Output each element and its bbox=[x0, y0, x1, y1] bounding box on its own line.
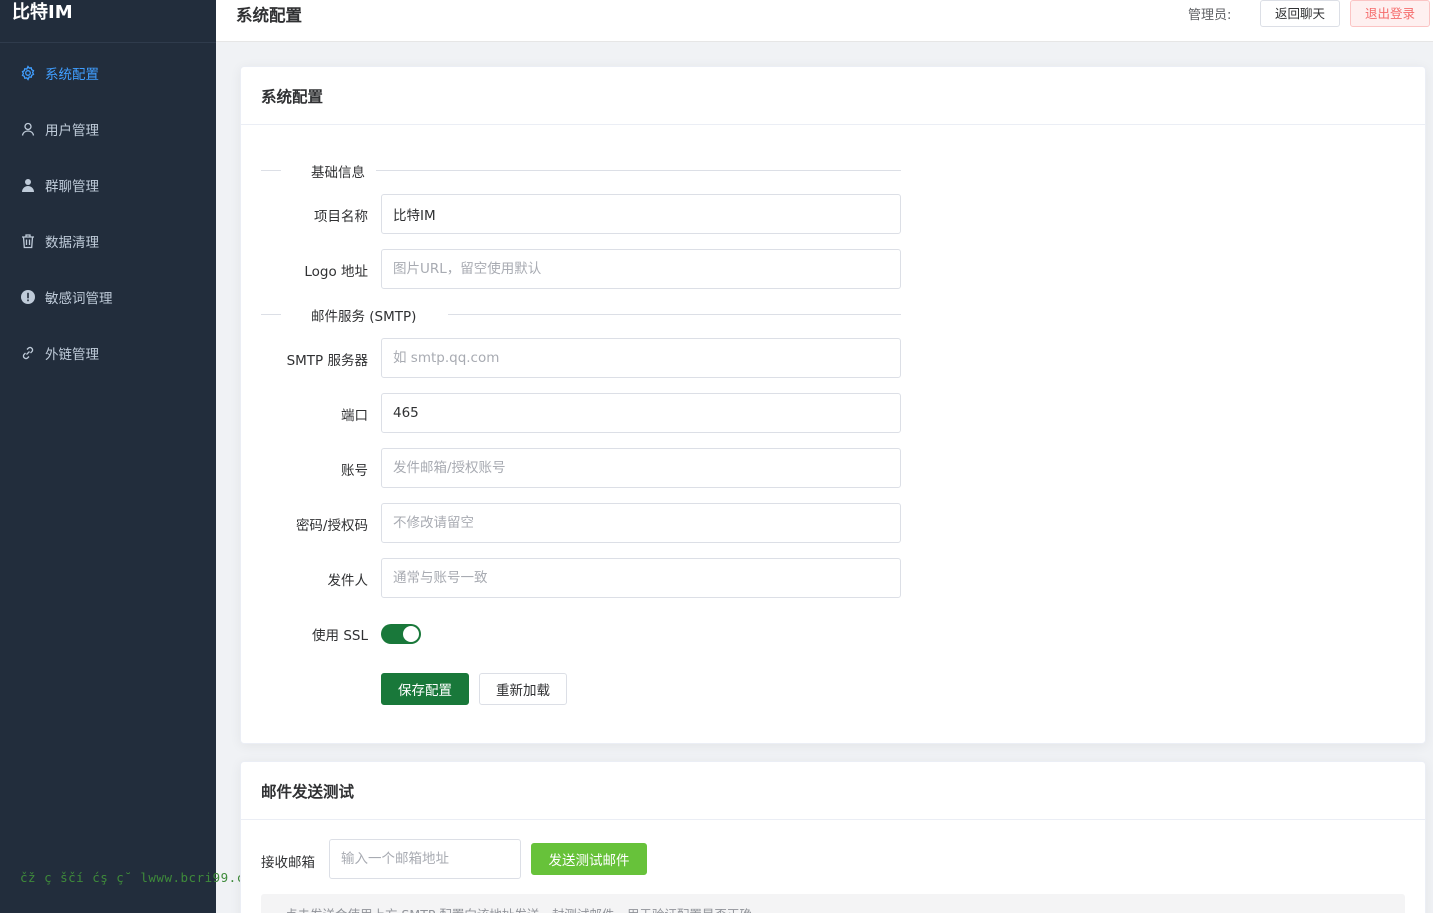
sidebar-item-groups[interactable]: 群聊管理 bbox=[0, 157, 216, 213]
port-label: 端口 bbox=[341, 408, 368, 424]
config-card: 系统配置 基础信息 项目名称 Logo 地址 邮件服务 (SMTP) SMTP … bbox=[240, 66, 1426, 744]
project-name-label: 项目名称 bbox=[314, 209, 368, 225]
admin-label: 管理员: bbox=[1188, 8, 1232, 23]
logout-button[interactable]: 退出登录 bbox=[1350, 0, 1430, 27]
sidebar-item-sensitive-words[interactable]: 敏感词管理 bbox=[0, 269, 216, 325]
ssl-toggle[interactable] bbox=[381, 624, 421, 644]
sidebar-item-users[interactable]: 用户管理 bbox=[0, 101, 216, 157]
divider-line bbox=[261, 170, 281, 171]
warning-icon bbox=[20, 289, 36, 305]
toggle-knob bbox=[403, 626, 419, 642]
reload-button[interactable]: 重新加载 bbox=[479, 673, 567, 705]
link-icon bbox=[20, 345, 36, 361]
logo-url-label: Logo 地址 bbox=[304, 264, 368, 280]
recipient-email-input[interactable] bbox=[329, 839, 521, 879]
ssl-label: 使用 SSL bbox=[312, 628, 368, 644]
account-input[interactable] bbox=[381, 448, 901, 488]
user-icon bbox=[20, 121, 36, 137]
project-name-input[interactable] bbox=[381, 194, 901, 234]
gear-icon bbox=[20, 65, 36, 81]
smtp-server-input[interactable] bbox=[381, 338, 901, 378]
divider-line bbox=[448, 314, 901, 315]
card-title: 系统配置 bbox=[241, 67, 1425, 125]
top-bar: 系统配置 管理员: 返回聊天 退出登录 bbox=[216, 0, 1433, 42]
sidebar-item-label: 外链管理 bbox=[45, 347, 99, 363]
smtp-server-label: SMTP 服务器 bbox=[286, 353, 368, 369]
sidebar-nav: 系统配置 用户管理 群聊管理 数据清理 敏感词管理 外链管理 bbox=[0, 43, 216, 381]
group-icon bbox=[20, 177, 36, 193]
divider-line bbox=[376, 170, 901, 171]
port-input[interactable] bbox=[381, 393, 901, 433]
divider-line bbox=[261, 314, 281, 315]
brand-logo: 比特IM bbox=[0, 0, 216, 43]
sidebar-item-system-config[interactable]: 系统配置 bbox=[0, 45, 216, 101]
page-title: 系统配置 bbox=[236, 6, 302, 25]
back-to-chat-button[interactable]: 返回聊天 bbox=[1260, 0, 1340, 27]
send-test-email-button[interactable]: 发送测试邮件 bbox=[531, 843, 647, 875]
sidebar-item-label: 敏感词管理 bbox=[45, 291, 113, 307]
sidebar-item-label: 系统配置 bbox=[45, 67, 99, 83]
section-divider-basic: 基础信息 bbox=[261, 161, 901, 181]
hint-text: 点击发送会使用上方 SMTP 配置向该地址发送一封测试邮件，用于验证配置是否正确 bbox=[261, 894, 1405, 913]
recipient-email-label: 接收邮箱 bbox=[261, 855, 315, 871]
sidebar-item-data-cleanup[interactable]: 数据清理 bbox=[0, 213, 216, 269]
password-input[interactable] bbox=[381, 503, 901, 543]
sender-input[interactable] bbox=[381, 558, 901, 598]
sidebar-item-external-links[interactable]: 外链管理 bbox=[0, 325, 216, 381]
watermark: čž ç ščí ćş ç˘ lwww.bcri99.com bbox=[20, 870, 261, 885]
password-label: 密码/授权码 bbox=[295, 518, 368, 534]
section-title: 基础信息 bbox=[301, 161, 375, 181]
section-title: 邮件服务 (SMTP) bbox=[301, 305, 427, 325]
sidebar: 比特IM 系统配置 用户管理 群聊管理 数据清理 敏感词管理 外链管理 čž ç… bbox=[0, 0, 260, 913]
card-title: 邮件发送测试 bbox=[241, 762, 1425, 820]
logo-url-input[interactable] bbox=[381, 249, 901, 289]
sidebar-item-label: 群聊管理 bbox=[45, 179, 99, 195]
trash-icon bbox=[20, 233, 36, 249]
section-divider-smtp: 邮件服务 (SMTP) bbox=[261, 305, 901, 325]
sidebar-item-label: 用户管理 bbox=[45, 123, 99, 139]
account-label: 账号 bbox=[341, 463, 368, 479]
save-config-button[interactable]: 保存配置 bbox=[381, 673, 469, 705]
sender-label: 发件人 bbox=[327, 573, 369, 589]
sidebar-item-label: 数据清理 bbox=[45, 235, 99, 251]
email-test-card: 邮件发送测试 接收邮箱 发送测试邮件 点击发送会使用上方 SMTP 配置向该地址… bbox=[240, 761, 1426, 913]
